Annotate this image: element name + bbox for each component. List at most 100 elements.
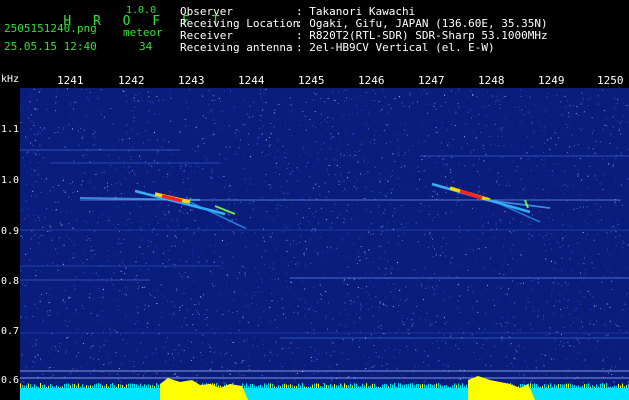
noise-speck [368, 231, 370, 233]
noise-speck [22, 109, 24, 111]
noise-speck [71, 167, 73, 169]
noise-speck [275, 341, 277, 343]
level-spike [390, 383, 391, 388]
noise-speck [380, 344, 382, 346]
noise-speck [509, 198, 510, 200]
noise-speck [32, 316, 34, 318]
noise-speck [34, 234, 36, 236]
noise-speck [315, 141, 317, 143]
noise-speck [590, 96, 592, 98]
noise-speck [81, 137, 83, 139]
noise-speck [29, 162, 31, 164]
noise-speck [506, 365, 508, 367]
noise-speck [478, 113, 480, 115]
noise-speck [625, 255, 627, 257]
noise-speck [45, 364, 47, 366]
noise-speck [220, 353, 222, 354]
noise-speck [609, 255, 611, 257]
noise-speck [204, 318, 206, 320]
noise-speck [531, 235, 533, 237]
noise-speck [55, 350, 57, 351]
noise-speck [615, 245, 617, 247]
noise-speck [230, 241, 231, 243]
noise-speck [167, 353, 169, 354]
noise-speck [233, 381, 235, 383]
noise-speck [442, 150, 444, 151]
minute-tick: 1242 [118, 74, 145, 87]
noise-speck [304, 375, 305, 377]
noise-speck [403, 226, 405, 228]
noise-speck [465, 254, 467, 256]
noise-speck [56, 103, 58, 105]
noise-speck [168, 212, 170, 214]
noise-speck [21, 169, 23, 171]
noise-speck [558, 283, 559, 285]
noise-speck [544, 142, 546, 144]
level-spike [128, 383, 129, 388]
noise-speck [425, 103, 427, 105]
noise-speck [76, 328, 78, 330]
noise-speck [592, 267, 594, 269]
noise-speck [143, 309, 145, 310]
noise-speck [340, 272, 342, 273]
noise-speck [76, 220, 78, 222]
level-spike [406, 384, 407, 388]
level-spike [28, 383, 29, 388]
level-spike [588, 383, 589, 388]
noise-speck [514, 325, 516, 327]
noise-speck [180, 360, 182, 362]
noise-speck [379, 135, 380, 137]
noise-speck [443, 335, 445, 336]
noise-speck [348, 172, 350, 173]
noise-speck [405, 226, 407, 228]
noise-speck [50, 349, 52, 350]
noise-speck [300, 108, 302, 110]
level-spike [72, 383, 73, 388]
noise-speck [218, 98, 220, 100]
level-spike [94, 384, 95, 388]
noise-speck [296, 373, 298, 374]
noise-speck [34, 343, 36, 344]
noise-speck [228, 125, 230, 126]
noise-speck [244, 345, 246, 347]
level-spike [316, 383, 317, 388]
noise-speck [424, 267, 426, 269]
noise-speck [315, 126, 317, 128]
level-spike [594, 386, 595, 388]
noise-speck [504, 95, 506, 97]
noise-speck [338, 91, 340, 93]
noise-speck [182, 212, 184, 213]
noise-speck [426, 312, 428, 314]
noise-speck [120, 251, 122, 253]
level-spike [92, 385, 93, 388]
level-spike [548, 384, 549, 388]
noise-speck [109, 334, 111, 336]
noise-speck [75, 309, 77, 311]
noise-speck [108, 217, 110, 219]
noise-speck [303, 145, 305, 147]
noise-speck [607, 236, 609, 238]
noise-speck [406, 134, 408, 136]
noise-speck [611, 374, 613, 375]
noise-speck [329, 328, 331, 330]
noise-speck [417, 166, 419, 168]
level-spike [540, 386, 541, 388]
level-spike [356, 383, 357, 388]
noise-speck [531, 328, 532, 330]
noise-speck [296, 213, 298, 215]
level-spike [622, 383, 623, 388]
level-spike [32, 386, 33, 388]
noise-speck [64, 376, 66, 378]
noise-speck [110, 329, 112, 331]
noise-speck [533, 104, 535, 106]
level-spike [144, 384, 145, 388]
noise-speck [417, 241, 419, 243]
noise-speck [211, 328, 213, 330]
noise-speck [50, 226, 52, 228]
noise-speck [591, 262, 593, 264]
noise-speck [312, 213, 314, 215]
noise-speck [559, 300, 561, 302]
noise-speck [124, 312, 126, 314]
noise-speck [522, 383, 524, 385]
level-spike [332, 386, 333, 388]
